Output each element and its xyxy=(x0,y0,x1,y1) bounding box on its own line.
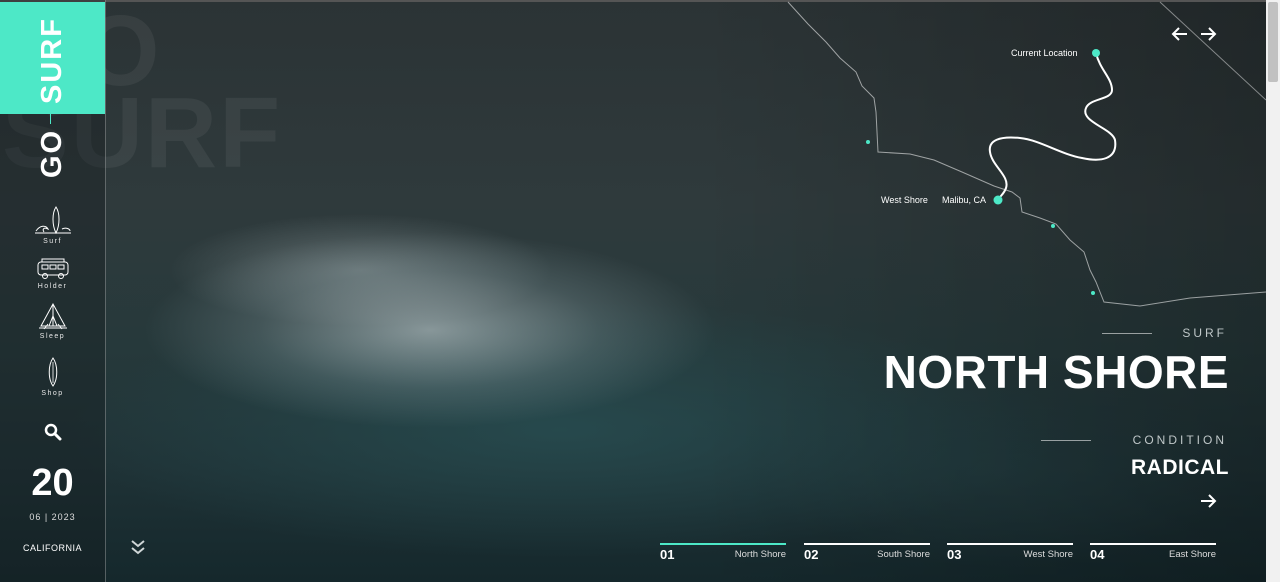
sidebar-item-label: Surf xyxy=(43,238,62,245)
logo-surf-text: SURF xyxy=(36,17,68,104)
prev-arrow-button[interactable] xyxy=(1171,25,1189,43)
slide-progress-bar xyxy=(947,543,1073,545)
logo-go-text: GO xyxy=(36,128,68,178)
next-arrow-button[interactable] xyxy=(1199,25,1217,43)
sidebar-item-label: Sleep xyxy=(39,333,66,340)
slide-name: East Shore xyxy=(1169,549,1216,560)
sidebar-item-surf[interactable]: Surf xyxy=(0,205,105,245)
slide-name: South Shore xyxy=(877,549,930,560)
slide-number: 04 xyxy=(1090,547,1105,562)
slide-progress-bar xyxy=(804,543,930,545)
slide-progress-bar xyxy=(1090,543,1216,545)
hero-background xyxy=(0,0,1266,582)
surfboard-icon xyxy=(48,357,57,387)
search-button[interactable] xyxy=(44,423,62,441)
sidebar-item-label: Shop xyxy=(41,390,64,397)
current-location-label: Current Location xyxy=(1011,48,1078,58)
spot-title: NORTH SHORE xyxy=(883,346,1229,398)
sidebar-item-holder[interactable]: Holder xyxy=(0,258,105,290)
chevrons-down-icon xyxy=(131,540,145,555)
slide-name: North Shore xyxy=(734,549,786,560)
sidebar-item-sleep[interactable]: Sleep xyxy=(0,302,105,340)
scrollbar-thumb[interactable] xyxy=(1268,2,1278,82)
section-eyebrow: SURF xyxy=(1182,326,1227,340)
arrow-right-icon xyxy=(1201,27,1217,41)
scrollbar[interactable] xyxy=(1266,0,1280,582)
van-icon xyxy=(37,258,68,279)
condition-label: CONDITION xyxy=(1132,433,1227,447)
west-shore-label: West Shore xyxy=(881,195,928,205)
location-label: CALIFORNIA xyxy=(22,543,82,553)
malibu-label: Malibu, CA xyxy=(942,195,987,205)
sidebar-item-label: Holder xyxy=(37,283,68,290)
slide-number: 03 xyxy=(947,547,962,562)
arrow-right-icon xyxy=(1201,494,1217,508)
search-icon xyxy=(44,423,62,441)
slide-tab-south-shore[interactable]: 02 South Shore xyxy=(804,543,930,567)
sidebar-item-shop[interactable]: Shop xyxy=(0,357,105,397)
logo-divider xyxy=(50,114,51,124)
top-border xyxy=(0,0,1266,2)
date-month-year: 06 | 2023 xyxy=(29,512,76,522)
slide-number: 02 xyxy=(804,547,819,562)
slide-tab-north-shore[interactable]: 01 North Shore xyxy=(660,543,786,567)
condition-line xyxy=(1041,440,1091,441)
arrow-left-icon xyxy=(1171,27,1187,41)
eyebrow-line xyxy=(1102,333,1152,334)
slide-name: West Shore xyxy=(1023,549,1073,560)
slide-progress-bar xyxy=(660,543,786,545)
slide-tab-west-shore[interactable]: 03 West Shore xyxy=(947,543,1073,567)
slide-number: 01 xyxy=(660,547,675,562)
condition-value: RADICAL xyxy=(1131,456,1229,479)
scroll-down-button[interactable] xyxy=(130,538,146,556)
surfboard-wave-icon xyxy=(34,206,71,235)
date-day: 20 xyxy=(31,462,74,504)
sidebar: SURF GO Surf Holder Sleep Shop 20 06 | 2… xyxy=(0,0,106,582)
tent-icon xyxy=(38,302,67,330)
slide-tab-east-shore[interactable]: 04 East Shore xyxy=(1090,543,1216,567)
details-arrow-button[interactable] xyxy=(1199,493,1217,509)
